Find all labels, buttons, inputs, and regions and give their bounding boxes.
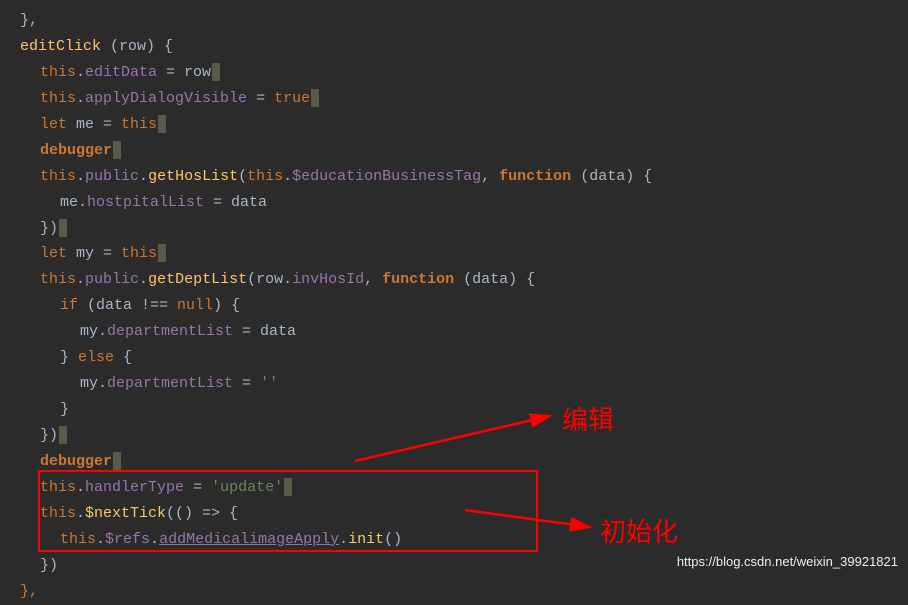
- watermark-text: https://blog.csdn.net/weixin_39921821: [677, 551, 898, 573]
- code-line: if (data !== null) {: [20, 293, 908, 319]
- code-line: let my = this: [20, 241, 908, 267]
- code-line: let me = this: [20, 112, 908, 138]
- code-line: this.public.getDeptList(row.invHosId, fu…: [20, 267, 908, 293]
- code-line: }: [20, 397, 908, 423]
- annotation-label: 编辑: [562, 398, 614, 443]
- annotation-label: 初始化: [600, 510, 678, 555]
- code-line: me.hostpitalList = data: [20, 190, 908, 216]
- code-line: },: [20, 579, 908, 605]
- code-line: debugger: [20, 138, 908, 164]
- code-line: my.departmentList = '': [20, 371, 908, 397]
- code-line: this.$refs.addMedicalimageApply.init(): [20, 527, 908, 553]
- code-line: this.applyDialogVisible = true: [20, 86, 908, 112]
- code-line: editClick (row) {: [20, 34, 908, 60]
- code-line: this.handlerType = 'update': [20, 475, 908, 501]
- code-line: },: [20, 8, 908, 34]
- code-line: } else {: [20, 345, 908, 371]
- code-line: }): [20, 216, 908, 242]
- code-line: my.departmentList = data: [20, 319, 908, 345]
- code-line: this.public.getHosList(this.$educationBu…: [20, 164, 908, 190]
- code-line: this.editData = row: [20, 60, 908, 86]
- code-editor[interactable]: }, editClick (row) { this.editData = row…: [20, 8, 908, 605]
- code-line: this.$nextTick(() => {: [20, 501, 908, 527]
- code-line: debugger: [20, 449, 908, 475]
- code-line: }): [20, 423, 908, 449]
